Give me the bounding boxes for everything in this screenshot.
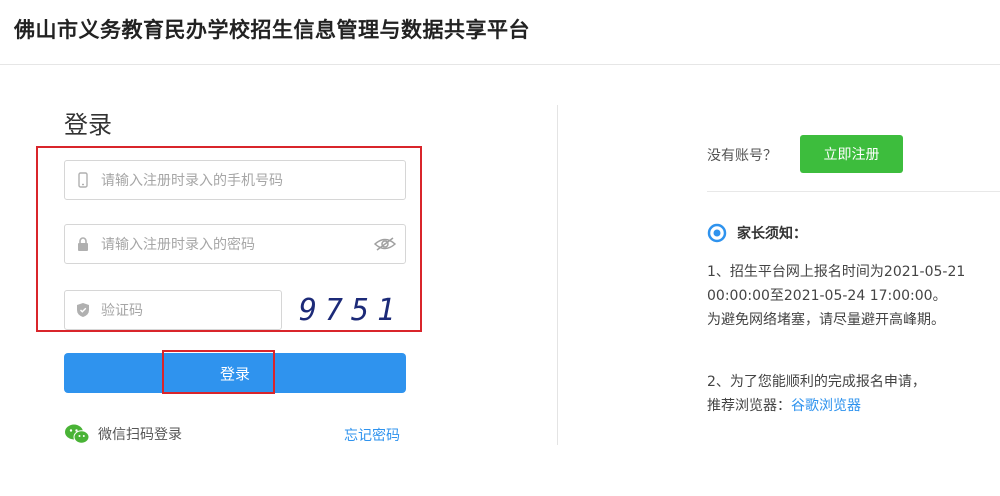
shield-icon [77,303,89,317]
notice-line: 00:00:00至2021-05-24 17:00:00。 [707,288,947,304]
notice-title: 家长须知： [737,226,807,242]
login-title: 登录 [64,111,112,139]
password-input[interactable] [99,225,363,265]
browser-label: 推荐浏览器： [707,398,791,414]
main-content: 登录 9751 登录 [0,65,1000,496]
phone-icon [78,172,88,188]
notice-line: 推荐浏览器：谷歌浏览器 [707,394,861,418]
login-button[interactable]: 登录 [64,353,406,393]
no-account-text: 没有账号？ [707,148,777,164]
lock-icon [78,237,88,251]
phone-field[interactable] [64,160,406,201]
chrome-link[interactable]: 谷歌浏览器 [791,398,861,414]
notice-line: 为避免网络堵塞，请尽量避开高峰期。 [707,312,945,328]
forgot-password-link[interactable]: 忘记密码 [344,425,400,445]
password-field[interactable] [64,224,406,265]
wechat-login[interactable]: 微信扫码登录 [64,423,182,445]
notice-icon [707,223,727,243]
captcha-image[interactable]: 9751 [296,289,406,331]
phone-input[interactable] [99,161,393,201]
notice-line: 2、为了您能顺利的完成报名申请， [707,374,926,390]
vertical-divider [557,105,558,445]
captcha-input[interactable] [99,291,273,331]
notice-line: 1、招生平台网上报名时间为2021-05-21 [707,264,966,280]
captcha-field[interactable] [64,290,282,331]
header: 佛山市义务教育民办学校招生信息管理与数据共享平台 [0,0,1000,65]
notice-header: 家长须知： [707,223,807,243]
page-title: 佛山市义务教育民办学校招生信息管理与数据共享平台 [14,18,530,42]
wechat-label: 微信扫码登录 [98,427,182,443]
eye-off-icon[interactable] [373,236,397,252]
wechat-icon [65,424,90,444]
horizontal-divider [707,191,1000,192]
register-button[interactable]: 立即注册 [800,135,903,173]
